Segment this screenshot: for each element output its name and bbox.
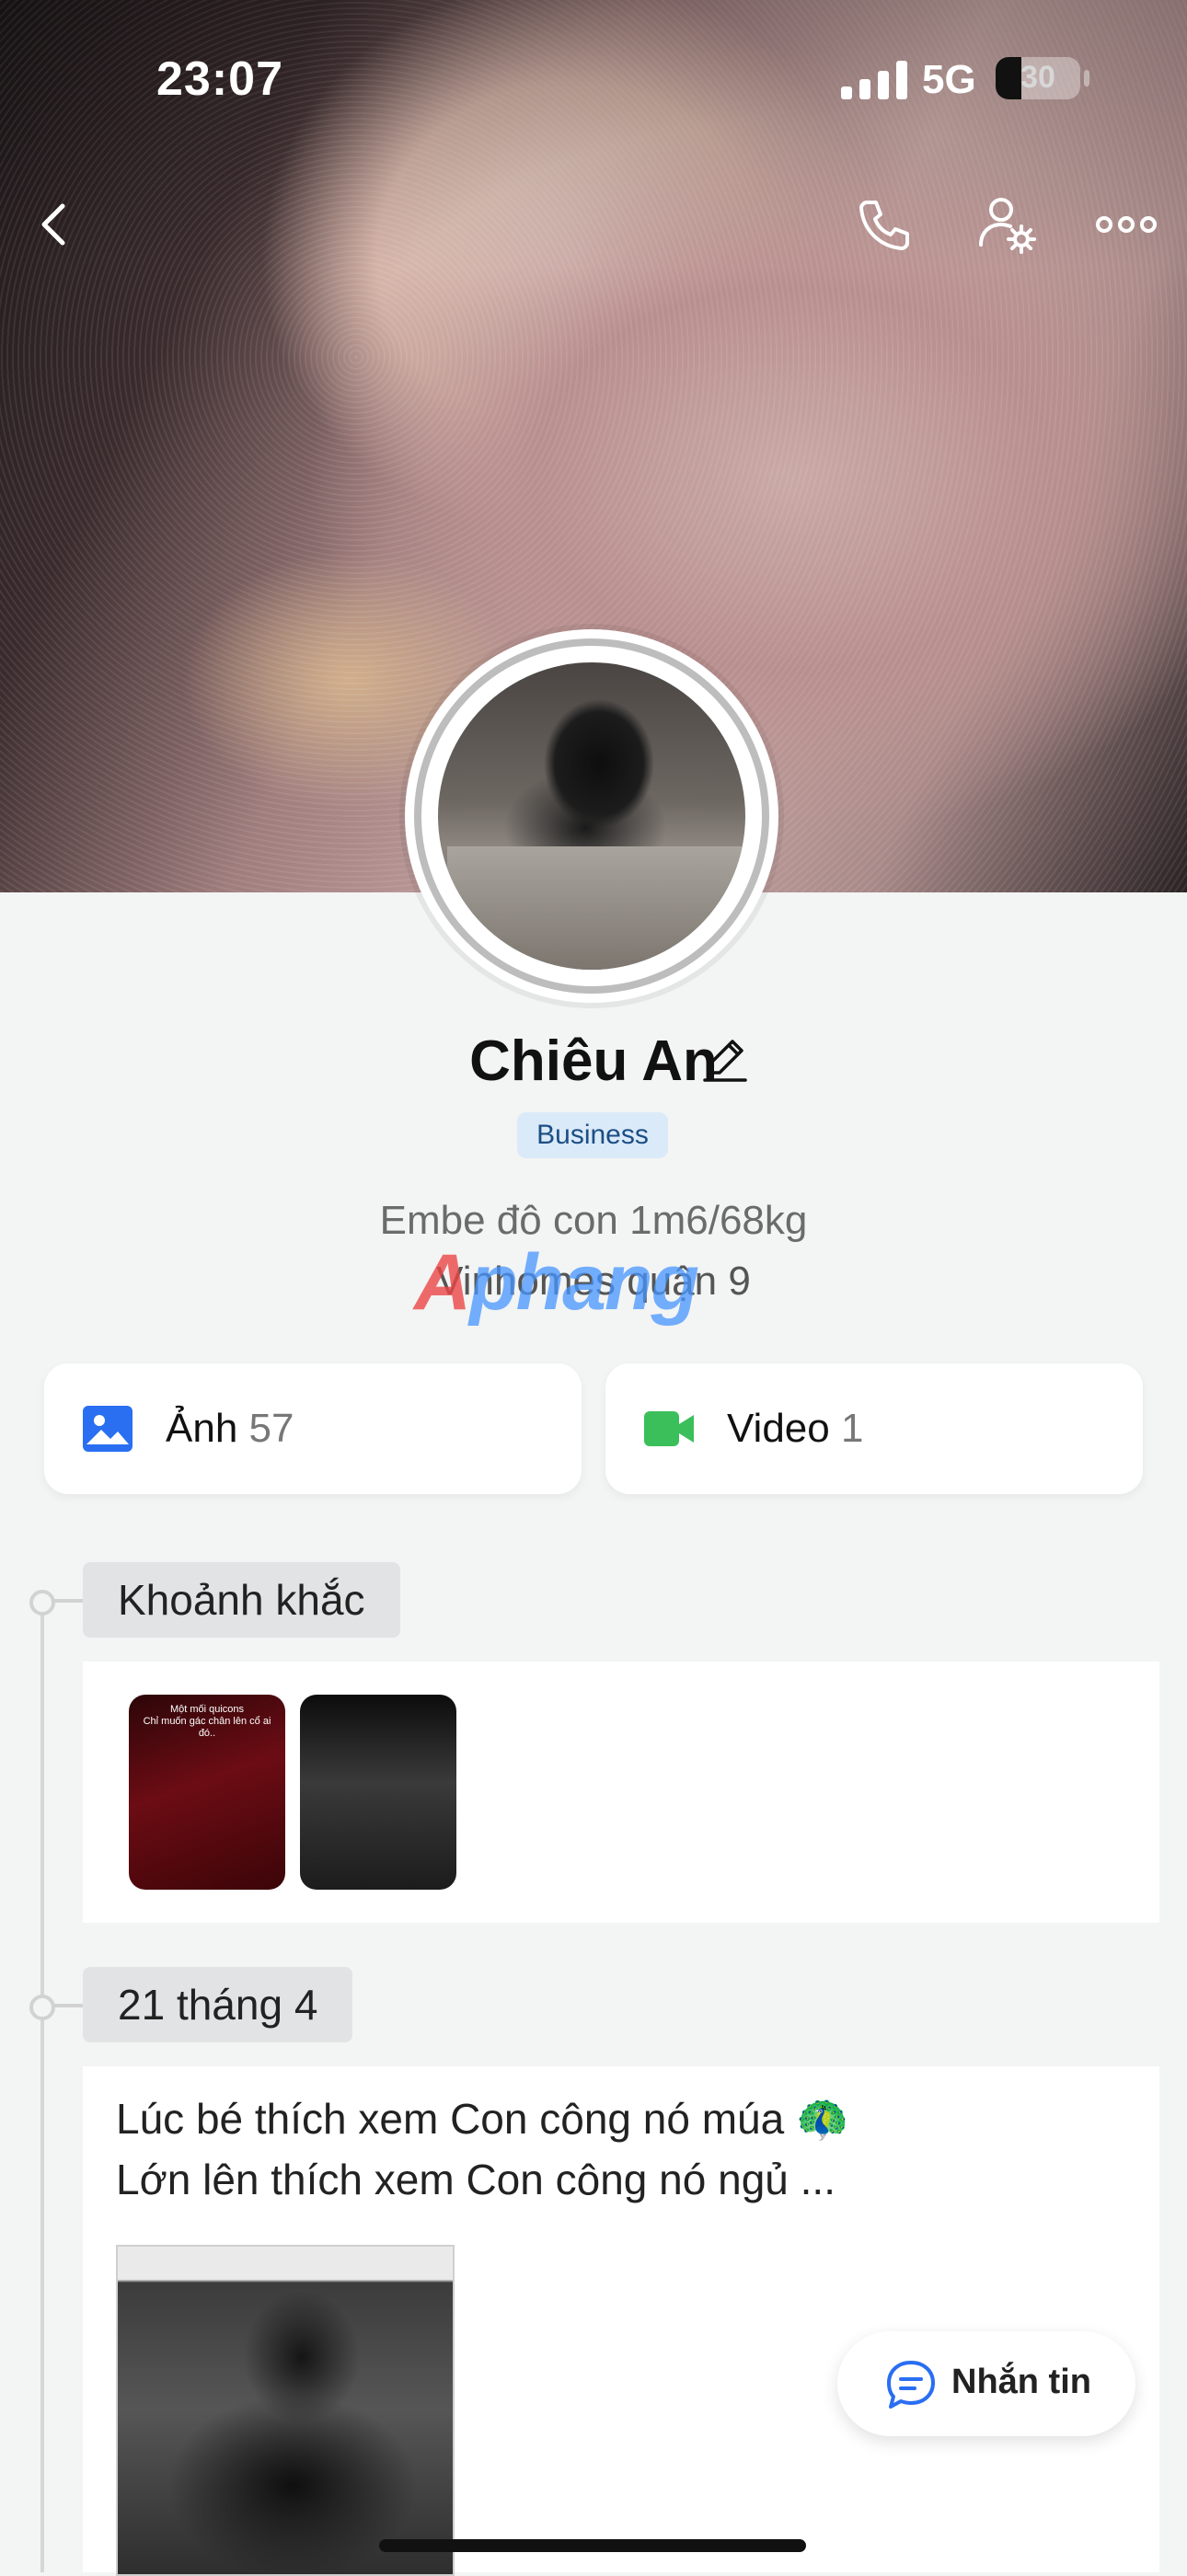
call-button[interactable] bbox=[850, 191, 916, 258]
message-button[interactable]: Nhắn tin bbox=[837, 2331, 1135, 2436]
photos-tab[interactable]: Ảnh 57 bbox=[44, 1363, 582, 1494]
status-time: 23:07 bbox=[156, 52, 283, 106]
image-icon bbox=[83, 1406, 133, 1452]
battery-cap bbox=[1084, 70, 1089, 86]
more-button[interactable] bbox=[1093, 191, 1159, 258]
story-thumbnail[interactable]: Một mối quicons Chỉ muốn gác chân lên cổ… bbox=[129, 1695, 285, 1890]
timeline-connector bbox=[52, 2004, 85, 2007]
back-button[interactable] bbox=[22, 191, 88, 258]
pencil-icon bbox=[703, 1040, 747, 1082]
watermark-logo: Aphang bbox=[414, 1238, 699, 1327]
videos-tab[interactable]: Video 1 bbox=[605, 1363, 1143, 1494]
profile-name-row: Chiêu An bbox=[0, 1029, 1187, 1094]
photos-tab-label: Ảnh 57 bbox=[166, 1406, 294, 1451]
story-caption: Một mối quicons Chỉ muốn gác chân lên cổ… bbox=[143, 1704, 271, 1739]
status-bar: 23:07 5G 30 bbox=[0, 0, 1187, 156]
story-thumbnail[interactable] bbox=[300, 1695, 456, 1890]
profile-settings-button[interactable] bbox=[974, 191, 1040, 258]
timeline-connector bbox=[52, 1599, 85, 1603]
signal-icon bbox=[841, 61, 907, 99]
avatar[interactable] bbox=[438, 662, 745, 970]
post-text-line-1: Lúc bé thích xem Con công nó múa 🦚 bbox=[116, 2095, 849, 2143]
timeline-line bbox=[40, 1599, 44, 2572]
bio-line-1: Embe đô con 1m6/68kg bbox=[379, 1198, 808, 1243]
home-indicator[interactable] bbox=[379, 2539, 806, 2552]
timeline-dot bbox=[29, 1590, 55, 1616]
user-gear-icon bbox=[979, 198, 1036, 254]
phone-icon bbox=[859, 201, 909, 250]
profile-name: Chiêu An bbox=[469, 1029, 718, 1093]
battery-level: 30 bbox=[1020, 60, 1055, 95]
chat-bubble-icon bbox=[887, 2361, 935, 2409]
battery-icon: 30 bbox=[996, 57, 1080, 99]
post-photo[interactable] bbox=[116, 2245, 455, 2576]
edit-name-button[interactable] bbox=[699, 1034, 751, 1086]
message-button-label: Nhắn tin bbox=[951, 2363, 1091, 2401]
network-type: 5G bbox=[922, 57, 976, 102]
videos-tab-label: Video 1 bbox=[727, 1406, 864, 1451]
videos-count: 1 bbox=[840, 1406, 864, 1451]
video-icon bbox=[644, 1411, 694, 1446]
more-dots-icon bbox=[1096, 216, 1157, 233]
moments-label: Khoảnh khắc bbox=[83, 1562, 400, 1638]
photos-count: 57 bbox=[248, 1406, 294, 1451]
timeline-dot bbox=[29, 1995, 55, 2020]
business-badge: Business bbox=[517, 1112, 668, 1158]
chevron-left-icon bbox=[41, 203, 65, 246]
post-text-line-2: Lớn lên thích xem Con công nó ngủ ... bbox=[116, 2156, 836, 2203]
post-date-label: 21 tháng 4 bbox=[83, 1967, 353, 2042]
